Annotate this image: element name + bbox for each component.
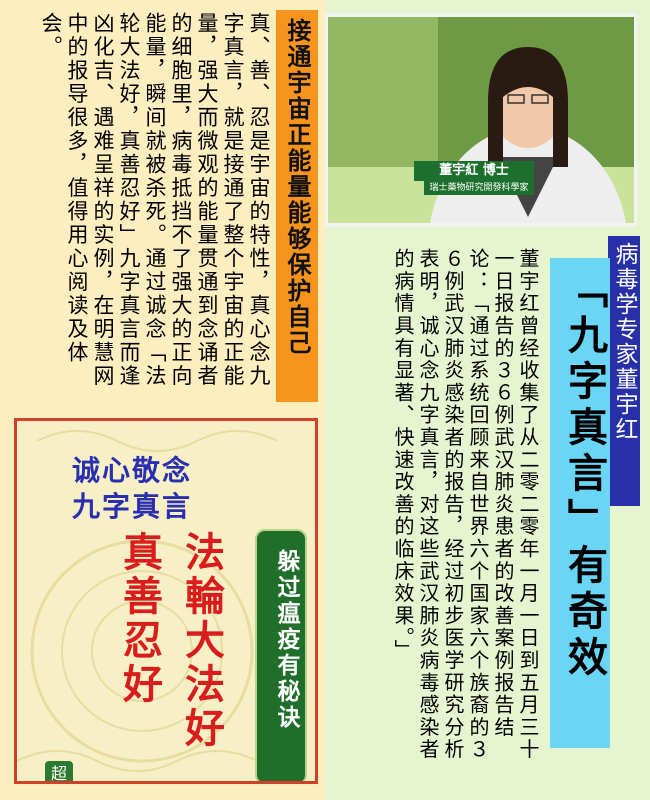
nine-words-poster: 诚心敬念 九字真言 法輪大法好 真善忍好 躲过瘟疫有秘诀 超 bbox=[14, 418, 318, 784]
poster-column-right: 法輪大法好 bbox=[178, 531, 225, 751]
caption-subtitle: 瑞士藥物研究開發科學家 bbox=[424, 181, 534, 195]
right-article-title: 「九字真言」有奇效 bbox=[561, 268, 607, 682]
poster-column-left: 真善忍好 bbox=[116, 531, 163, 707]
poster-badge: 超 bbox=[45, 761, 73, 781]
photo-caption: 董宇紅 博士 瑞士藥物研究開發科學家 bbox=[328, 161, 634, 197]
poster-scroll: 躲过瘟疫有秘诀 bbox=[255, 529, 307, 781]
poster-heading-line2: 九字真言 bbox=[71, 490, 192, 523]
right-article-header: 病毒学专家董宇红 bbox=[608, 236, 640, 506]
left-article-body: 真、善、忍是宇宙的特性，真心念九字真言，就是接通了整个宇宙的正能量，强大而微观的… bbox=[39, 12, 271, 388]
caption-name: 董宇紅 博士 bbox=[414, 161, 534, 181]
poster-scroll-text: 躲过瘟疫有秘诀 bbox=[273, 549, 299, 731]
expert-photo: 董宇紅 博士 瑞士藥物研究開發科學家 bbox=[325, 14, 637, 226]
right-article-body: 董宇红曾经收集了从二零二零年一月一日到五月三十一日报告的３６例武汉肺炎患者的改善… bbox=[391, 248, 540, 761]
poster-heading-line1: 诚心敬念 bbox=[71, 454, 192, 487]
left-article-title: 接通宇宙正能量能够保护自己 bbox=[276, 10, 318, 402]
